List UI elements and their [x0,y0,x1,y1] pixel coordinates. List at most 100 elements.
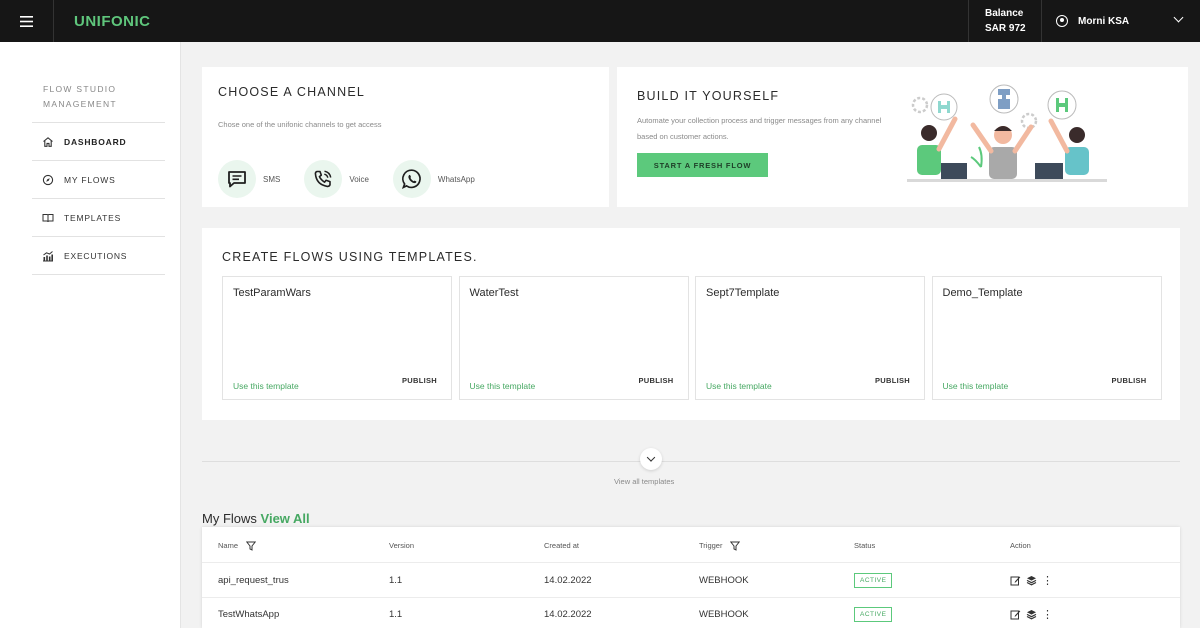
template-name: WaterTest [469,287,519,299]
chevron-down-icon [646,453,656,462]
flow-version: 1.1 [389,609,403,620]
column-header-created: Created at [544,541,580,550]
divider [202,461,1180,462]
publish-button[interactable]: PUBLISH [638,376,673,385]
flow-name[interactable]: TestWhatsApp [218,609,279,620]
choose-channel-subtitle: Chose one of the unifonic channels to ge… [218,120,382,129]
templates-card: CREATE FLOWS USING TEMPLATES. TestParamW… [202,228,1180,420]
more-options-icon[interactable]: ⋮ [1042,575,1053,586]
channel-voice[interactable]: Voice [304,160,369,198]
flow-created: 14.02.2022 [544,575,592,586]
whatsapp-icon [392,160,431,198]
chart-icon [43,250,53,261]
flow-trigger: WEBHOOK [699,575,749,586]
view-all-templates-link[interactable]: View all templates [614,477,674,486]
sidebar-nav: DASHBOARD MY FLOWS TEMPLATES EXECUTIONS [32,122,165,275]
row-actions: ⋮ [1010,575,1053,586]
sidebar-item-label: EXECUTIONS [64,250,128,261]
flow-version: 1.1 [389,575,403,586]
table-row[interactable]: api_request_trus 1.1 14.02.2022 WEBHOOK … [202,564,1180,598]
publish-button[interactable]: PUBLISH [1111,376,1146,385]
team-illustration [907,84,1107,182]
expand-templates-button[interactable] [640,448,662,470]
filter-icon[interactable] [246,541,257,551]
sidebar-item-label: DASHBOARD [64,136,127,147]
flows-table: Name Version Created at Trigger Status A… [202,527,1180,628]
my-flows-title: My Flows [202,511,257,526]
view-all-flows-link[interactable]: View All [261,511,310,526]
use-template-link[interactable]: Use this template [706,381,772,391]
sidebar-item-templates[interactable]: TEMPLATES [32,199,165,237]
sidebar-heading: FLOW STUDIO MANAGEMENT [43,84,117,109]
channel-label: Voice [349,174,369,184]
column-header-version: Version [389,541,415,550]
channel-label: WhatsApp [437,174,475,184]
sidebar-item-label: TEMPLATES [64,212,122,223]
book-icon [42,213,54,222]
home-icon [43,136,53,147]
column-header-trigger[interactable]: Trigger [699,541,741,551]
template-card[interactable]: Demo_Template Use this template PUBLISH [931,276,1162,400]
build-title: BUILD IT YOURSELF [637,89,780,103]
sidebar-item-executions[interactable]: EXECUTIONS [32,237,165,275]
layers-icon[interactable] [1026,609,1037,620]
channel-list: SMS Voice WhatsApp [218,160,499,198]
my-flows-heading: My Flows View All [202,511,310,526]
filter-icon[interactable] [730,541,741,551]
hamburger-menu-button[interactable] [0,0,54,42]
unifonic-logo[interactable]: UNIFONIC [74,13,151,30]
use-template-link[interactable]: Use this template [470,381,536,391]
user-menu[interactable]: Morni KSA [1042,0,1200,42]
flow-trigger: WEBHOOK [699,609,749,620]
template-name: TestParamWars [233,287,311,299]
status-badge: ACTIVE [854,607,893,622]
user-name: Morni KSA [1078,15,1130,27]
publish-button[interactable]: PUBLISH [875,376,910,385]
column-label: Trigger [699,541,723,550]
build-description: Automate your collection process and tri… [637,116,882,141]
channel-whatsapp[interactable]: WhatsApp [392,160,475,198]
balance-value: SAR 972 [985,23,1026,34]
edit-icon[interactable] [1010,609,1021,620]
phone-icon [304,160,343,198]
sidebar-item-my-flows[interactable]: MY FLOWS [32,161,165,199]
user-icon [1056,15,1068,27]
sidebar-item-dashboard[interactable]: DASHBOARD [32,123,165,161]
sidebar-item-label: MY FLOWS [64,174,116,185]
row-actions: ⋮ [1010,609,1053,620]
channel-sms[interactable]: SMS [218,160,280,198]
chevron-down-icon [1173,12,1184,23]
templates-title: CREATE FLOWS USING TEMPLATES. [222,250,478,264]
template-name: Demo_Template [942,287,1023,299]
menu-icon [20,15,33,27]
choose-channel-title: CHOOSE A CHANNEL [218,85,366,99]
balance-label: Balance [985,8,1024,19]
table-row[interactable]: TestWhatsApp 1.1 14.02.2022 WEBHOOK ACTI… [202,598,1180,628]
column-header-name[interactable]: Name [218,541,257,551]
flow-name[interactable]: api_request_trus [218,575,289,586]
more-options-icon[interactable]: ⋮ [1042,609,1053,620]
column-label: Name [218,541,239,550]
table-header-row: Name Version Created at Trigger Status A… [202,529,1180,563]
template-card[interactable]: WaterTest Use this template PUBLISH [458,276,689,400]
start-fresh-flow-button[interactable]: START A FRESH FLOW [637,153,768,177]
use-template-link[interactable]: Use this template [943,381,1009,391]
layers-icon[interactable] [1026,575,1037,586]
template-card[interactable]: Sept7Template Use this template PUBLISH [695,276,925,400]
compass-icon [42,174,54,185]
use-template-link[interactable]: Use this template [233,381,299,391]
status-badge: ACTIVE [854,573,893,588]
balance-display: Balance SAR 972 [968,0,1042,42]
channel-label: SMS [263,174,281,184]
sms-icon [218,160,256,198]
sidebar: FLOW STUDIO MANAGEMENT DASHBOARD MY FLOW… [0,42,181,628]
template-card[interactable]: TestParamWars Use this template PUBLISH [222,276,452,400]
edit-icon[interactable] [1010,575,1021,586]
column-header-status: Status [854,541,876,550]
flow-created: 14.02.2022 [544,609,592,620]
choose-channel-card: CHOOSE A CHANNEL Chose one of the unifon… [202,67,609,207]
template-list: TestParamWars Use this template PUBLISH … [222,276,1162,400]
publish-button[interactable]: PUBLISH [402,376,437,385]
template-name: Sept7Template [706,287,780,299]
column-header-action: Action [1010,541,1031,550]
